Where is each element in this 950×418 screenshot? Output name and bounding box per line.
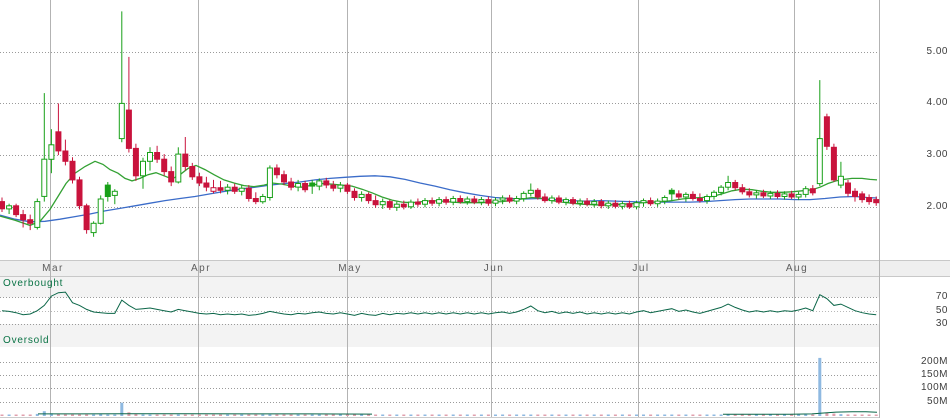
- month-label: May: [338, 263, 362, 274]
- rsi-axis-label: 30: [935, 318, 948, 329]
- chart-canvas: [0, 0, 950, 418]
- volume-axis-label: 50M: [927, 395, 948, 407]
- oversold-label: Oversold: [3, 335, 50, 346]
- price-axis-label: 2.00: [926, 200, 948, 212]
- month-label: Jul: [632, 263, 650, 274]
- month-label: Mar: [42, 263, 64, 274]
- month-label: Jun: [483, 263, 505, 274]
- price-axis-label: 5.00: [926, 45, 948, 57]
- stock-chart: Overbought Oversold 5.00 4.00 3.00 2.00 70 50…: [0, 0, 950, 418]
- month-label: Aug: [785, 263, 809, 274]
- price-axis-label: 4.00: [926, 97, 948, 109]
- month-label: Apr: [190, 263, 212, 274]
- price-axis-label: 3.00: [926, 149, 948, 161]
- volume-axis-label: 200M: [920, 355, 948, 367]
- overbought-label: Overbought: [3, 278, 64, 289]
- rsi-axis-label: 70: [935, 291, 948, 303]
- rsi-axis-label: 50: [935, 304, 948, 316]
- volume-axis-label: 150M: [920, 368, 948, 380]
- volume-axis-label: 100M: [920, 382, 948, 394]
